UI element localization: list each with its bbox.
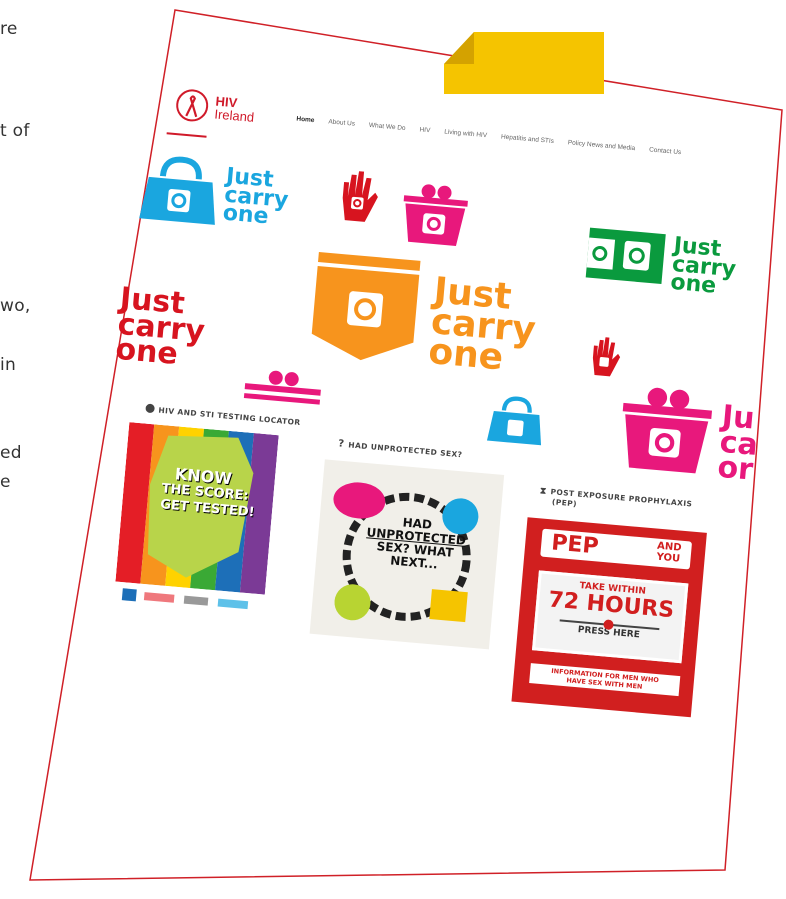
main-navigation: Home About Us What We Do HIV Living with… <box>296 116 681 157</box>
nav-policy-news-media[interactable]: Policy News and Media <box>568 139 636 152</box>
website-screenshot: HIV Ireland Home About Us What We Do HIV… <box>54 70 786 888</box>
red-hand-small-icon <box>592 337 621 377</box>
pink-purse-large-icon <box>622 387 713 474</box>
poster-pep-glass: TAKE WITHIN 72 HOURS PRESS HERE <box>532 570 689 664</box>
poster-know-score-text: KNOW THE SCORE: GET TESTED! <box>159 464 256 521</box>
nav-about-us[interactable]: About Us <box>328 118 355 127</box>
hiv-ireland-logo[interactable]: HIV Ireland <box>174 87 256 128</box>
blue-handbag-icon <box>139 156 215 225</box>
pep-and-you-poster[interactable]: PEP AND YOU TAKE WITHIN 72 HOURS PRESS HE… <box>511 517 707 718</box>
nav-contact-us[interactable]: Contact Us <box>649 146 682 156</box>
locator-icon <box>145 403 155 414</box>
nav-hiv[interactable]: HIV <box>419 126 430 134</box>
know-the-score-poster[interactable]: KNOW THE SCORE: GET TESTED! <box>113 422 279 620</box>
pink-small-purse-icon <box>243 370 321 405</box>
orange-pocket-icon <box>311 252 421 361</box>
section-title-unprotected-sex: ? HAD UNPROTECTED SEX? <box>337 438 463 460</box>
logo-line-2: Ireland <box>213 106 255 125</box>
hourglass-icon: ⧗ <box>539 486 548 497</box>
nav-living-with-hiv[interactable]: Living with HIV <box>444 129 487 140</box>
nav-hepatitis-stis[interactable]: Hepatitis and STIs <box>501 133 555 145</box>
section-title-testing-locator: HIV AND STI TESTING LOCATOR <box>145 403 301 427</box>
poster-pep-info: INFORMATION FOR MEN WHO HAVE SEX WITH ME… <box>529 663 681 697</box>
pink-slogan-partial: Ju ca or <box>716 398 760 488</box>
blue-handbag-small-icon <box>486 396 542 446</box>
blue-slogan: Just carry one <box>221 163 290 230</box>
nav-home[interactable]: Home <box>296 116 315 125</box>
poster-unprotected-text: HAD UNPROTECTED SEX? WHAT NEXT... <box>366 515 467 572</box>
had-unprotected-sex-poster[interactable]: HAD UNPROTECTED SEX? WHAT NEXT... <box>309 459 505 650</box>
green-slogan: Just carry one <box>669 232 737 300</box>
pink-purse-icon <box>403 184 468 246</box>
red-hand-icon <box>342 171 378 222</box>
red-slogan: Just carry one <box>114 280 207 373</box>
active-nav-underline <box>166 132 207 138</box>
green-wallet-icon <box>585 227 666 285</box>
red-ribbon-icon <box>176 89 209 122</box>
poster-pep-title: PEP AND YOU <box>540 528 693 570</box>
nav-what-we-do[interactable]: What We Do <box>369 122 406 132</box>
question-icon: ? <box>337 438 345 450</box>
orange-slogan: Just carry one <box>426 270 538 379</box>
section-title-pep: ⧗ POST EXPOSURE PROPHYLAXIS (PEP) <box>539 486 693 509</box>
sticky-tape <box>444 32 604 94</box>
